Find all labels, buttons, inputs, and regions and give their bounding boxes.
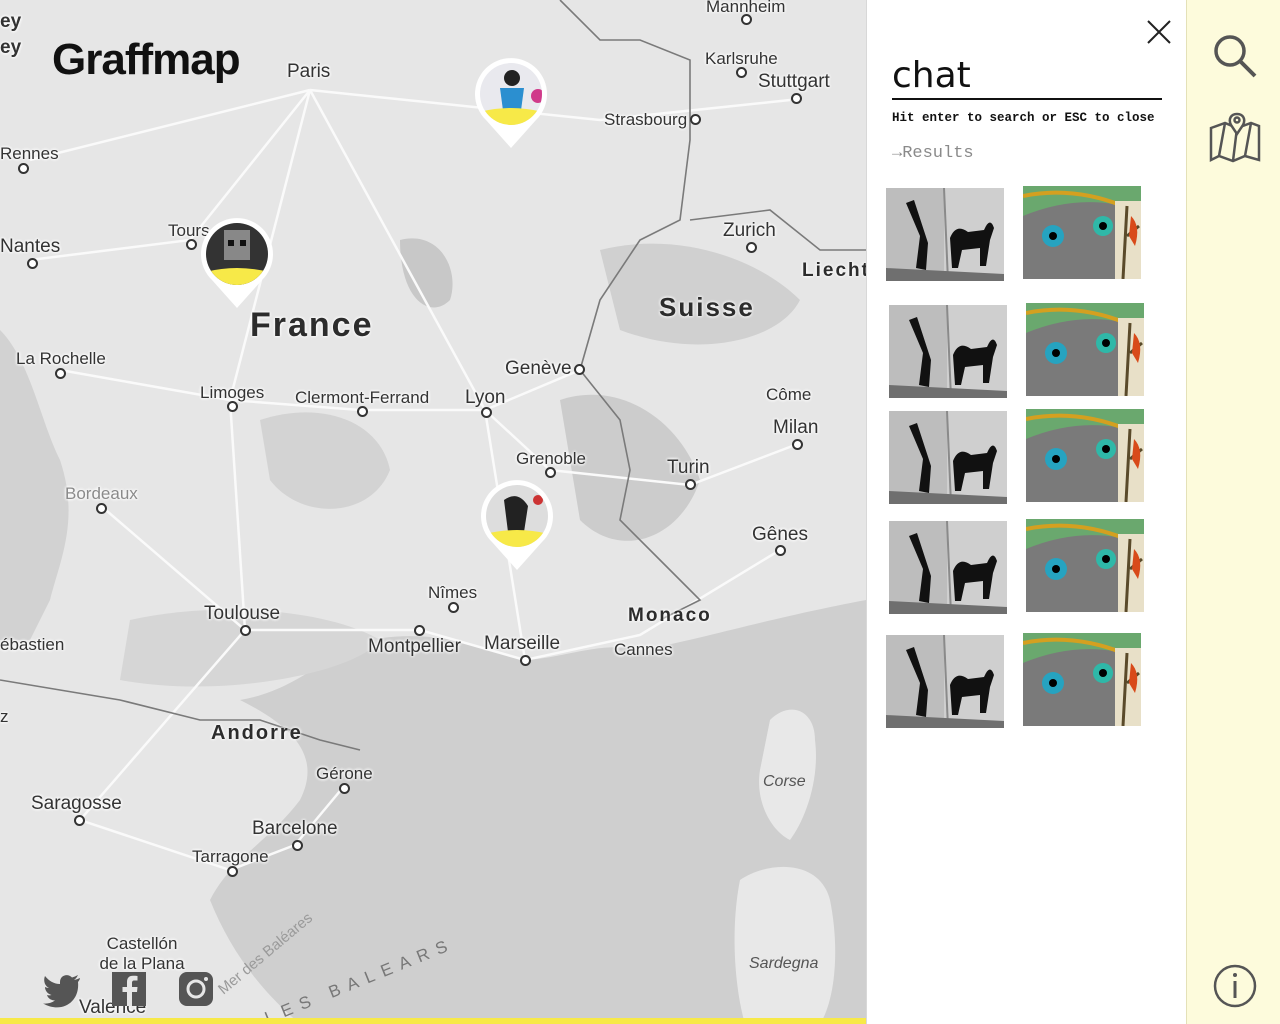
city-label: Mannheim — [706, 0, 786, 16]
arrow-right-icon: → — [892, 144, 903, 163]
city-dot — [74, 815, 85, 826]
search-hint: Hit enter to search or ESC to close — [892, 111, 1155, 125]
city-dot — [240, 625, 251, 636]
city-dot — [414, 625, 425, 636]
result-thumbnail[interactable] — [1026, 409, 1144, 502]
city-dot — [448, 602, 459, 613]
graffiti-map-marker[interactable] — [478, 480, 554, 576]
city-label: Barcelone — [252, 818, 338, 839]
city-label: Turin — [667, 457, 710, 478]
city-dot — [685, 479, 696, 490]
city-dot — [574, 364, 585, 375]
country-label: Suisse — [659, 292, 755, 322]
graffiti-map-marker[interactable] — [472, 58, 548, 154]
result-thumbnail[interactable] — [1026, 519, 1144, 612]
city-dot — [520, 655, 531, 666]
city-label: Castellón de la Plana — [99, 934, 185, 974]
city-label: Genève — [505, 358, 572, 379]
close-icon[interactable] — [1145, 18, 1173, 46]
city-dot — [357, 406, 368, 417]
accent-bar — [0, 1018, 866, 1024]
info-icon[interactable] — [1211, 962, 1259, 1010]
city-label: z — [0, 707, 9, 726]
city-label: Rennes — [0, 144, 59, 163]
city-dot — [96, 503, 107, 514]
app-logo[interactable]: Graffmap — [52, 38, 241, 82]
city-label: Bordeaux — [65, 484, 138, 503]
instagram-icon[interactable] — [177, 970, 217, 1010]
twitter-icon[interactable] — [42, 970, 82, 1010]
city-label: Saragosse — [31, 793, 122, 814]
facebook-icon[interactable] — [110, 970, 150, 1010]
result-thumbnail[interactable] — [889, 521, 1007, 614]
island-label: Corse — [763, 773, 806, 790]
city-dot — [741, 14, 752, 25]
map-terrain — [0, 0, 866, 1024]
city-label: Côme — [766, 385, 812, 404]
city-label: Zurich — [723, 220, 776, 241]
right-rail — [1186, 0, 1280, 1024]
city-label: Nîmes — [428, 583, 478, 602]
city-dot — [746, 242, 757, 253]
city-label: Cannes — [614, 640, 673, 659]
city-dot — [227, 401, 238, 412]
city-dot — [18, 163, 29, 174]
city-label: Gérone — [316, 764, 373, 783]
city-label: Limoges — [200, 383, 265, 402]
results-heading: →Results — [892, 144, 974, 163]
city-label: Montpellier — [368, 636, 461, 657]
island-label: Sardegna — [749, 955, 819, 972]
city-label: Lyon — [465, 387, 506, 408]
result-thumbnail[interactable] — [886, 635, 1004, 728]
city-dot — [736, 67, 747, 78]
result-thumbnail[interactable] — [1026, 303, 1144, 396]
result-thumbnail[interactable] — [886, 188, 1004, 281]
city-dot — [339, 783, 350, 794]
city-dot — [55, 368, 66, 379]
city-label: La Rochelle — [16, 349, 106, 368]
city-dot — [292, 840, 303, 851]
city-dot — [227, 866, 238, 877]
country-label: Monaco — [628, 605, 712, 626]
city-label: Clermont-Ferrand — [295, 388, 430, 407]
city-label: Marseille — [484, 633, 561, 654]
city-dot — [791, 93, 802, 104]
city-label: Milan — [773, 417, 819, 438]
city-dot — [545, 467, 556, 478]
city-label: ey — [0, 37, 22, 58]
city-label: Tarragone — [192, 847, 269, 866]
results-label: Results — [902, 144, 974, 163]
graffiti-map-marker[interactable] — [198, 218, 274, 314]
result-thumbnail[interactable] — [1023, 633, 1141, 726]
city-dot — [775, 545, 786, 556]
search-panel: Hit enter to search or ESC to close →Res… — [866, 0, 1187, 1024]
map-icon[interactable] — [1207, 110, 1263, 166]
city-label: Paris — [287, 61, 331, 82]
city-label: Toulouse — [204, 603, 281, 624]
city-dot — [690, 114, 701, 125]
city-label: ey — [0, 11, 22, 32]
city-label: Karlsruhe — [705, 49, 778, 68]
city-dot — [186, 239, 197, 250]
country-label: Liecht — [802, 260, 866, 281]
result-thumbnail[interactable] — [1023, 186, 1141, 279]
country-label: Andorre — [211, 722, 303, 744]
city-label: Stuttgart — [758, 71, 830, 92]
city-dot — [27, 258, 38, 269]
search-input[interactable] — [892, 52, 1162, 100]
result-thumbnail[interactable] — [889, 305, 1007, 398]
map-canvas[interactable]: Graffmap Mannheim Karlsruhe Stuttgart Pa… — [0, 0, 866, 1024]
city-label: ébastien — [0, 635, 65, 654]
city-dot — [481, 407, 492, 418]
city-dot — [792, 439, 803, 450]
city-label: Gênes — [752, 524, 808, 545]
city-label: Strasbourg — [604, 110, 688, 129]
city-label: Nantes — [0, 236, 61, 257]
result-thumbnail[interactable] — [889, 411, 1007, 504]
city-label: Grenoble — [516, 449, 586, 468]
search-icon[interactable] — [1211, 32, 1259, 80]
